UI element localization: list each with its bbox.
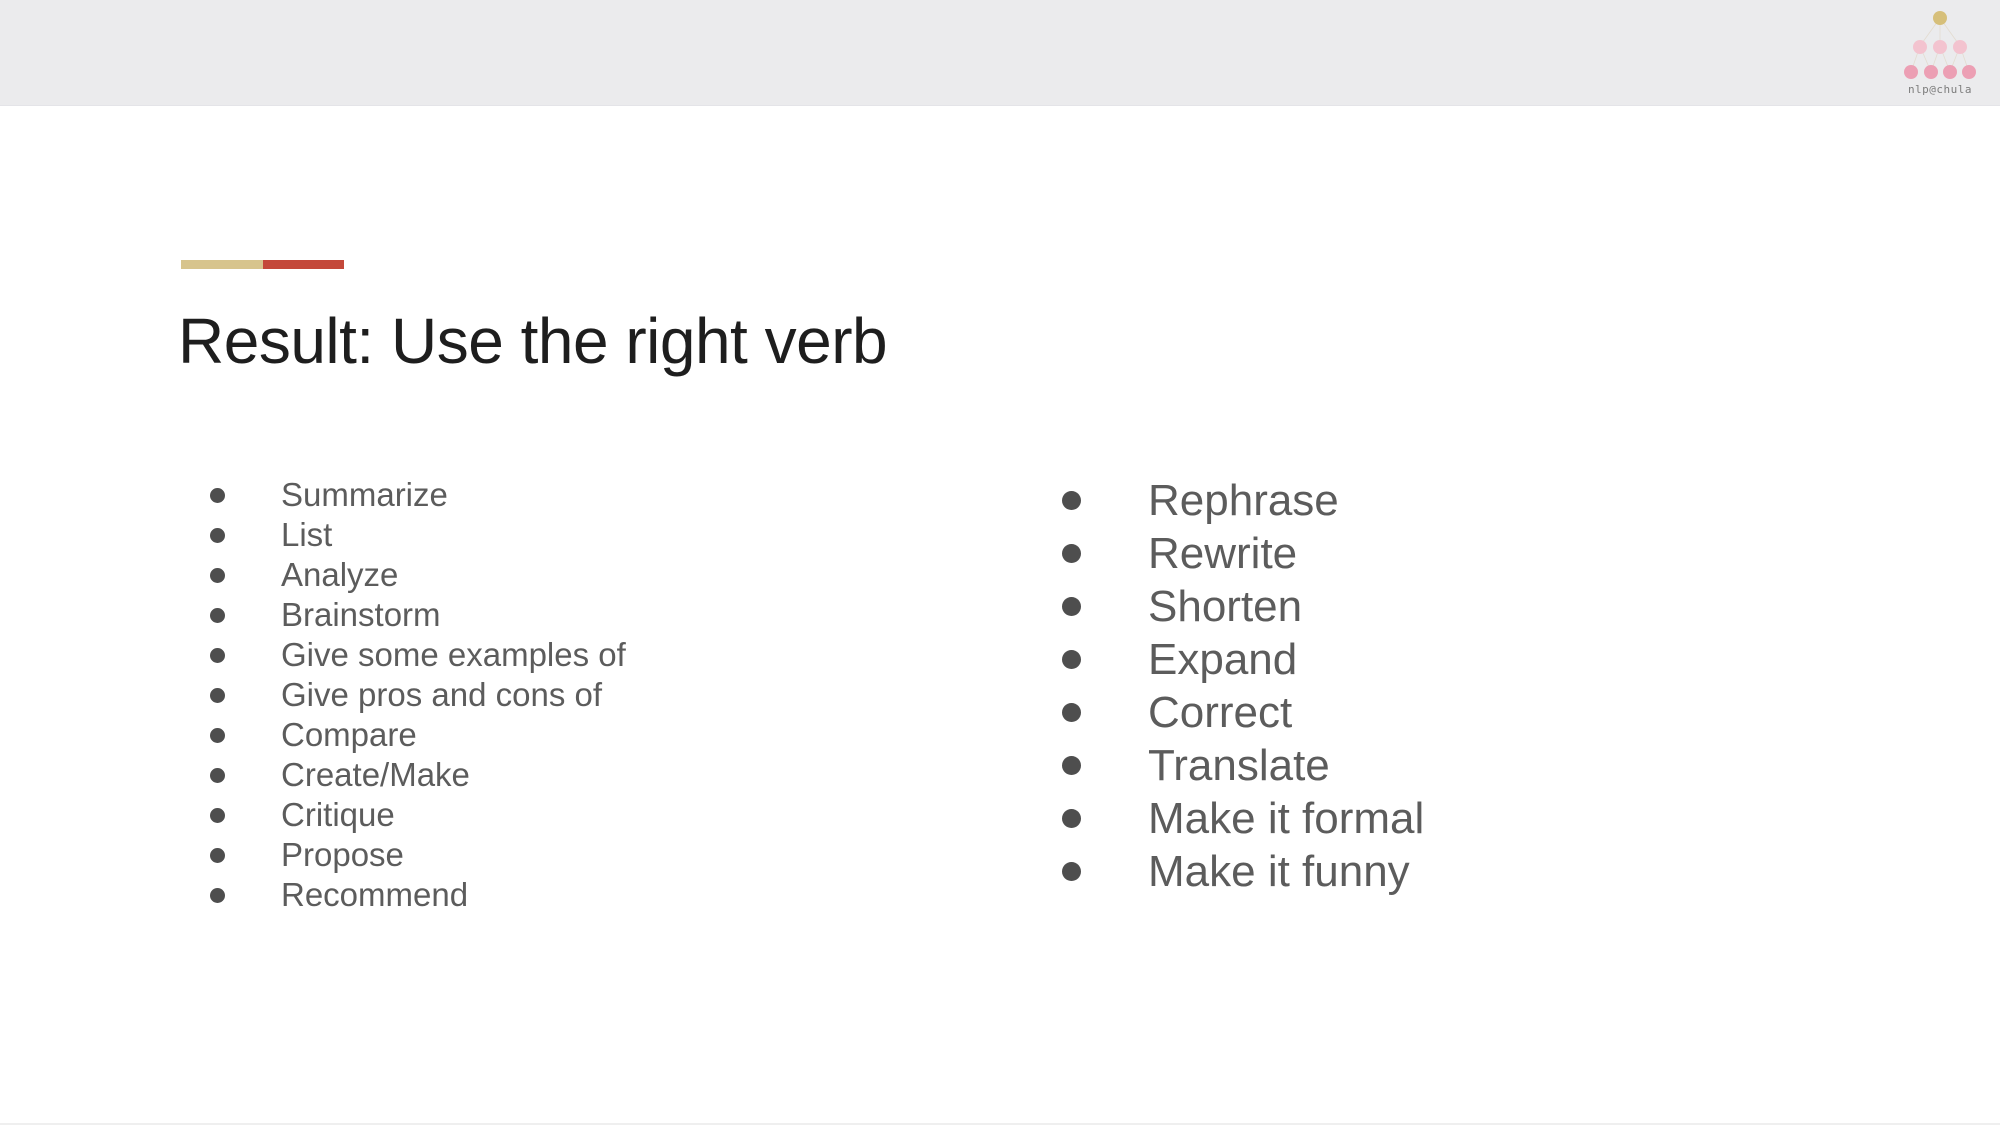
bullet-icon [210, 647, 225, 663]
list-item: Summarize [210, 475, 626, 515]
list-item: Rephrase [1062, 474, 1424, 527]
list-item: List [210, 515, 626, 555]
bullet-icon [210, 807, 225, 823]
bullet-icon [210, 607, 225, 623]
nlp-chula-logo: nlp@chula [1890, 4, 1990, 100]
list-item: Expand [1062, 633, 1424, 686]
list-item: Translate [1062, 739, 1424, 792]
list-item: Propose [210, 835, 626, 875]
list-item: Make it funny [1062, 845, 1424, 898]
list-item-text: Make it formal [1148, 793, 1425, 843]
bullet-icon [210, 487, 225, 503]
list-item: Critique [210, 795, 626, 835]
bullet-icon [1062, 491, 1081, 510]
list-item-text: Give some examples of [281, 636, 626, 673]
list-item-text: List [281, 516, 333, 553]
list-item-text: Shorten [1148, 581, 1303, 631]
bullet-icon [210, 887, 225, 903]
list-item: Create/Make [210, 755, 626, 795]
list-item-text: Rewrite [1148, 528, 1298, 578]
slide-title: Result: Use the right verb [178, 305, 888, 377]
list-item: Recommend [210, 875, 626, 915]
list-item: Compare [210, 715, 626, 755]
logo-text: nlp@chula [1907, 83, 1973, 96]
list-item: Shorten [1062, 580, 1424, 633]
title-accent-bar [181, 260, 344, 269]
list-item-text: Expand [1148, 634, 1298, 684]
list-item: Make it formal [1062, 792, 1424, 845]
list-item-text: Make it funny [1148, 846, 1410, 896]
list-item-text: Analyze [281, 556, 399, 593]
bullet-icon [1062, 862, 1081, 881]
bullet-icon [1062, 703, 1081, 722]
list-item-text: Recommend [281, 876, 469, 913]
list-item: Give some examples of [210, 635, 626, 675]
bullet-icon [210, 727, 225, 743]
list-item: Give pros and cons of [210, 675, 626, 715]
list-item-text: Compare [281, 716, 417, 753]
list-item: Correct [1062, 686, 1424, 739]
accent-segment-red [263, 260, 344, 269]
list-item-text: Translate [1148, 740, 1330, 790]
list-item-text: Brainstorm [281, 596, 441, 633]
list-item-text: Rephrase [1148, 475, 1339, 525]
bullet-icon [210, 847, 225, 863]
right-verb-list: Rephrase Rewrite Shorten Expand Correct Trans… [1062, 474, 1424, 898]
list-item: Brainstorm [210, 595, 626, 635]
bullet-icon [210, 527, 225, 543]
list-item-text: Critique [281, 796, 395, 833]
list-item-text: Give pros and cons of [281, 676, 603, 713]
bullet-icon [210, 767, 225, 783]
list-item-text: Create/Make [281, 756, 470, 793]
network-logo-icon [1904, 11, 1976, 79]
bullet-icon [1062, 809, 1081, 828]
bullet-icon [1062, 756, 1081, 775]
bullet-icon [1062, 597, 1081, 616]
bullet-icon [210, 567, 225, 583]
list-item-text: Summarize [281, 476, 448, 513]
bullet-icon [1062, 650, 1081, 669]
list-item-text: Propose [281, 836, 404, 873]
list-item: Rewrite [1062, 527, 1424, 580]
list-item-text: Correct [1148, 687, 1293, 737]
list-item: Analyze [210, 555, 626, 595]
bullet-icon [210, 687, 225, 703]
bullet-icon [1062, 544, 1081, 563]
accent-segment-gold [181, 260, 263, 269]
left-verb-list: Summarize List Analyze Brainstorm Give some … [210, 475, 626, 915]
top-bar: nlp@chula [0, 0, 2000, 106]
